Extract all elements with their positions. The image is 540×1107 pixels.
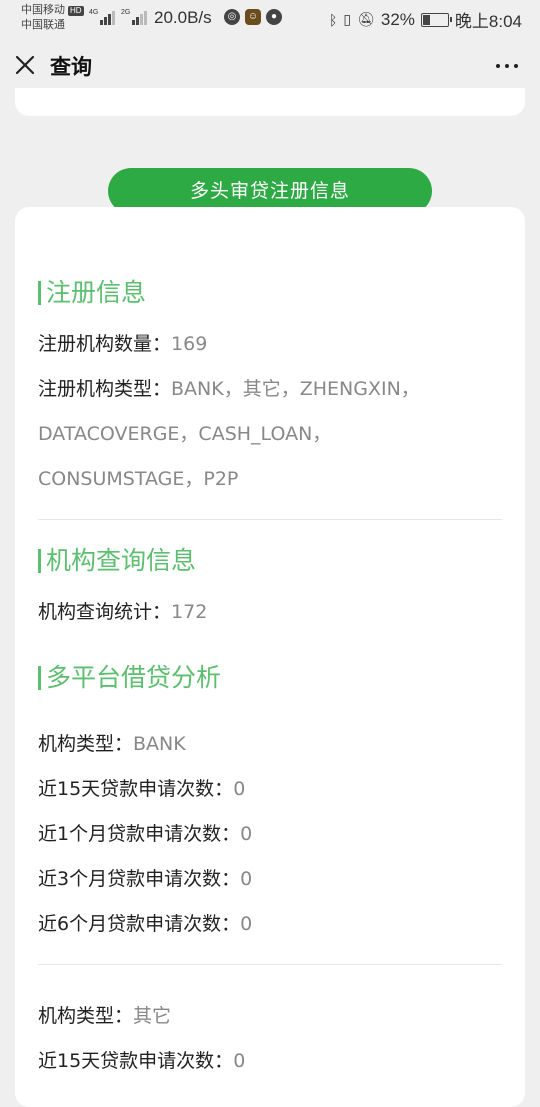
title-accent-bar <box>38 549 41 573</box>
field-label: 机构类型： <box>38 733 134 755</box>
divider <box>38 519 502 520</box>
section-title-multi-platform: 多平台借贷分析 <box>38 662 221 694</box>
field-label: 注册机构数量： <box>38 333 172 355</box>
section-title-register: 注册信息 <box>38 277 146 309</box>
section-title-text: 注册信息 <box>46 278 147 307</box>
page-title: 查询 <box>50 55 92 79</box>
status-right: ᛒ ▯ 🔕︎ 32% 晚上8:04 <box>329 7 522 32</box>
field-label: 机构类型： <box>38 1005 134 1027</box>
section-title-text: 多平台借贷分析 <box>46 663 222 692</box>
carrier-2: 中国联通 <box>21 19 65 31</box>
institution-type-row: 机构类型：BANK <box>38 730 186 758</box>
title-accent-bar <box>38 666 41 690</box>
field-value: 0 <box>233 1050 246 1072</box>
query-stat-row: 机构查询统计：172 <box>38 598 207 626</box>
close-icon[interactable] <box>14 54 36 76</box>
mute-icon: 🔕︎ <box>357 11 375 27</box>
app-notification-icon: ☺ <box>245 9 261 25</box>
divider <box>38 964 502 965</box>
network-type-2: 2G <box>121 9 131 16</box>
title-accent-bar <box>38 281 41 305</box>
field-label: 机构查询统计： <box>38 601 172 623</box>
carrier-info: 中国移动 HD 中国联通 <box>21 3 84 33</box>
loan-apply-1m-row: 近1个月贷款申请次数：0 <box>38 820 252 848</box>
signal-icon-1: 4G <box>89 9 116 25</box>
loan-apply-15d-row: 近15天贷款申请次数：0 <box>38 775 245 803</box>
loan-apply-3m-row: 近3个月贷款申请次数：0 <box>38 865 252 893</box>
bluetooth-icon: ᛒ <box>328 11 338 28</box>
register-type-continued-2: CONSUMSTAGE，P2P <box>38 468 239 490</box>
field-value: BANK <box>133 733 186 755</box>
battery-percent: 32% <box>380 9 415 29</box>
message-icon: ● <box>266 9 282 25</box>
section-title-query: 机构查询信息 <box>38 545 196 577</box>
field-label: 近15天贷款申请次数： <box>38 778 234 800</box>
nav-bar: 查询 <box>0 38 540 94</box>
clock: 晚上8:04 <box>454 12 522 31</box>
field-value: 0 <box>240 868 253 890</box>
field-value: 0 <box>233 778 246 800</box>
section-title-text: 机构查询信息 <box>46 546 197 575</box>
field-value: 0 <box>240 913 253 935</box>
more-icon[interactable] <box>496 64 518 68</box>
register-type-continued-1: DATACOVERGE，CASH_LOAN， <box>38 423 332 445</box>
battery-icon <box>420 12 452 27</box>
hd-badge: HD <box>68 5 84 16</box>
field-label: 近6个月贷款申请次数： <box>38 913 241 935</box>
status-bar: 中国移动 HD 中国联通 4G 2G 20.0B/s ◎ ☺ ● ᛒ ▯ 🔕︎ … <box>0 0 540 38</box>
signal-icon-2: 2G <box>121 9 148 25</box>
field-label: 近3个月贷款申请次数： <box>38 868 241 890</box>
field-value: 169 <box>171 333 208 355</box>
field-label: 近1个月贷款申请次数： <box>38 823 241 845</box>
network-speed: 20.0B/s <box>154 8 212 27</box>
field-value: BANK，其它，ZHENGXIN， <box>171 378 420 400</box>
vibrate-icon: ▯ <box>343 11 352 27</box>
field-value: 172 <box>171 601 208 623</box>
weibo-icon: ◎ <box>224 9 240 25</box>
field-value: 其它 <box>133 1005 172 1027</box>
carrier-1: 中国移动 <box>21 4 65 16</box>
register-type-row: 注册机构类型：BANK，其它，ZHENGXIN， <box>38 375 420 403</box>
previous-card <box>15 88 525 116</box>
field-value: 0 <box>240 823 253 845</box>
register-count-row: 注册机构数量：169 <box>38 330 207 358</box>
field-label: 近15天贷款申请次数： <box>38 1050 234 1072</box>
loan-apply-6m-row: 近6个月贷款申请次数：0 <box>38 910 252 938</box>
notification-icons: ◎ ☺ ● <box>224 9 282 25</box>
loan-apply-15d-row: 近15天贷款申请次数：0 <box>38 1047 245 1075</box>
network-type-1: 4G <box>89 9 99 16</box>
field-label: 注册机构类型： <box>38 378 172 400</box>
institution-type-row: 机构类型：其它 <box>38 1002 171 1030</box>
